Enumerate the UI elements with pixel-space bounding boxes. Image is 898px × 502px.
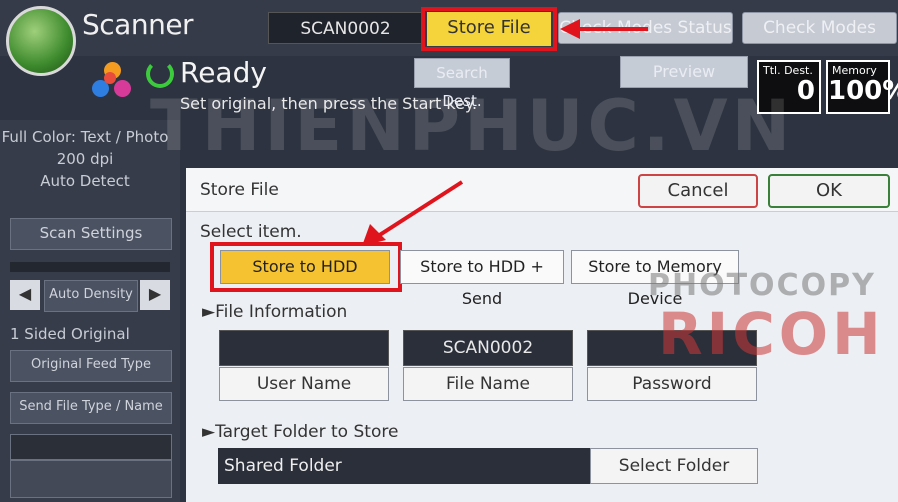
ok-button[interactable]: OK [768,174,890,208]
store-file-highlight-box [421,7,557,51]
density-bar [10,262,170,272]
scanner-logo-icon [6,6,76,76]
user-name-field[interactable] [219,330,389,366]
preview-button[interactable]: Preview [620,56,748,88]
app-title: Scanner [82,8,194,41]
scan-settings-sidebar: Full Color: Text / Photo 200 dpi Auto De… [0,120,180,502]
mode-line-2: 200 dpi [56,150,114,168]
original-feed-type-button[interactable]: Original Feed Type [10,350,172,382]
file-name-field[interactable]: SCAN0002 [403,330,573,366]
check-modes-button[interactable]: Check Modes [742,12,897,44]
mode-line-1: Full Color: Text / Photo [1,128,169,146]
send-file-type-button[interactable]: Send File Type / Name [10,392,172,424]
memory-label: Memory [832,64,877,77]
file-name-display: SCAN0002 [268,12,423,44]
file-information-heading: ►File Information [202,302,348,322]
store-to-hdd-send-button[interactable]: Store to HDD + Send [400,250,564,308]
brand-ricoh-text: RICOH [658,300,885,368]
annotation-arrow-icon [560,19,648,39]
watermark-text: THIENPHUC.VN [150,85,795,167]
brand-photocopy-text: PHOTOCOPY [648,268,876,303]
auto-density-button[interactable]: Auto Density [44,280,138,312]
memory-value: 100% [828,76,898,106]
ttl-dest-label: Ttl. Dest. [763,64,813,77]
sidebar-bottom-button[interactable] [10,460,172,498]
sidebar-blank-field [10,434,172,460]
scan-settings-button[interactable]: Scan Settings [10,218,172,250]
select-folder-button[interactable]: Select Folder [590,448,758,484]
density-decrease-icon[interactable]: ◀ [10,280,40,310]
cancel-button[interactable]: Cancel [638,174,758,208]
density-increase-icon[interactable]: ▶ [140,280,170,310]
ready-status-icon [146,60,174,88]
sided-original-label: 1 Sided Original [10,325,130,343]
target-folder-heading: ►Target Folder to Store [202,422,399,442]
user-name-button[interactable]: User Name [219,367,389,401]
file-name-button[interactable]: File Name [403,367,573,401]
select-item-label: Select item. [200,222,302,242]
search-dest-button[interactable]: Search Dest. [414,58,510,110]
shared-folder-field: Shared Folder [218,448,590,484]
color-mode-icon [92,62,134,104]
dialog-title: Store File [200,180,279,200]
password-button[interactable]: Password [587,367,757,401]
annotation-arrow-icon [362,180,464,246]
store-to-hdd-highlight-box [210,242,402,292]
memory-counter: Memory 100% [826,60,898,114]
mode-line-3: Auto Detect [40,172,130,190]
